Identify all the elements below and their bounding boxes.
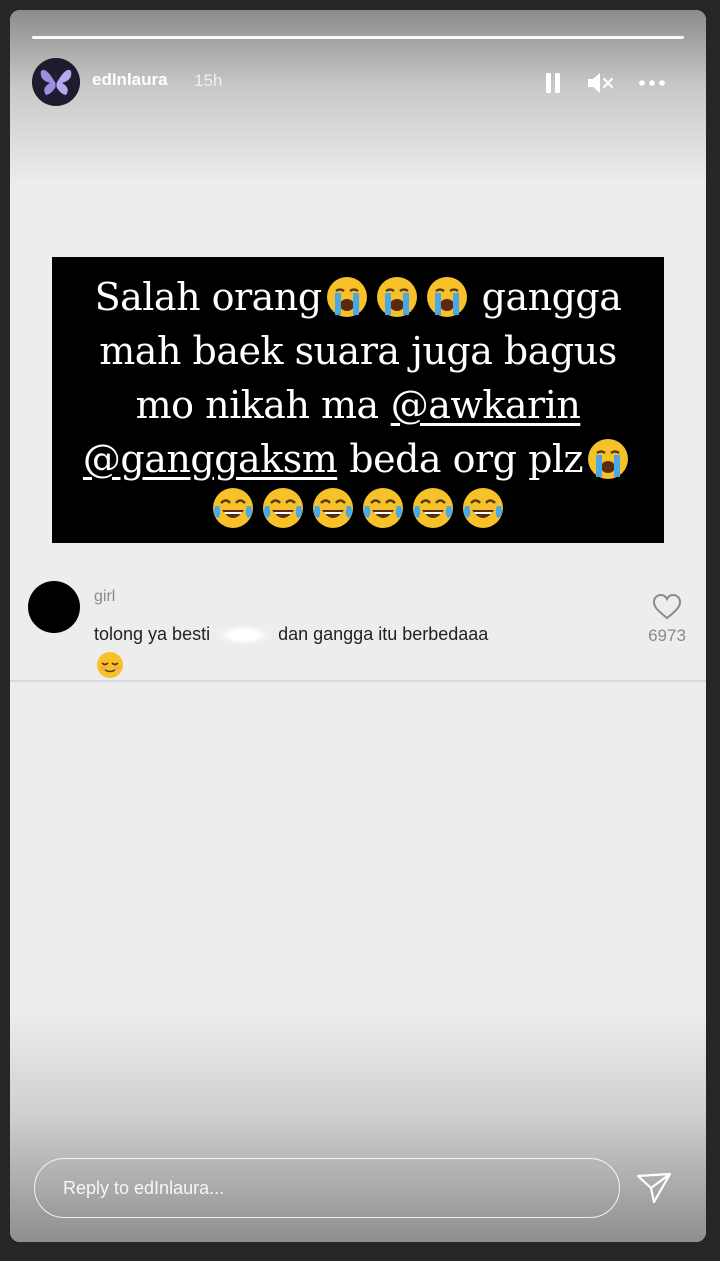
story-timestamp: 15h <box>194 71 223 90</box>
caption-text: mah baek suara juga bagus <box>99 329 617 373</box>
caption-text: mo nikah ma <box>135 383 380 427</box>
avatar[interactable] <box>32 58 80 106</box>
tears-of-joy-face-icon <box>461 486 505 530</box>
reply-input[interactable] <box>34 1158 620 1218</box>
like-count: 6973 <box>648 626 686 645</box>
more-icon <box>639 80 665 86</box>
redacted-blur <box>217 625 272 646</box>
tears-of-joy-face-icon <box>411 486 455 530</box>
caption-text: Salah orang <box>94 275 323 319</box>
heart-icon[interactable] <box>652 593 682 621</box>
caption-line-1: Salah orang gangga <box>95 270 622 324</box>
relieved-face-icon <box>96 651 124 679</box>
progress-segment <box>32 36 684 39</box>
butterfly-avatar-icon <box>32 58 80 106</box>
mention-link[interactable]: @awkarin <box>391 378 581 432</box>
caption-line-2: mah baek suara juga bagus <box>99 324 617 378</box>
send-icon[interactable] <box>634 1168 674 1208</box>
commenter-avatar <box>28 581 80 633</box>
tears-of-joy-face-icon <box>311 486 355 530</box>
more-options-button[interactable] <box>637 68 667 98</box>
divider <box>10 680 706 682</box>
loudly-crying-face-icon <box>325 275 369 319</box>
caption-line-3: mo nikah ma @awkarin <box>136 378 581 432</box>
caption-line-4: @ganggaksm beda org plz <box>83 432 633 486</box>
tears-of-joy-face-icon <box>261 486 305 530</box>
commenter-username: girl <box>94 588 116 605</box>
caption-text: gangga <box>481 275 622 319</box>
comment-text-part: dan gangga itu berbedaaa <box>278 624 489 644</box>
loudly-crying-face-icon <box>425 275 469 319</box>
loudly-crying-face-icon <box>586 437 630 481</box>
caption-line-5 <box>208 486 508 530</box>
story-caption: Salah orang gangga mah baek suara juga b… <box>52 257 664 543</box>
comment-text: tolong ya besti dan gangga itu berbedaaa <box>94 620 614 648</box>
tears-of-joy-face-icon <box>211 486 255 530</box>
mute-button[interactable] <box>585 68 615 98</box>
mute-icon <box>588 73 614 93</box>
mention-link[interactable]: @ganggaksm <box>83 432 338 486</box>
story-username[interactable]: edInlaura <box>92 70 168 90</box>
pause-button[interactable] <box>538 68 568 98</box>
caption-text: beda org plz <box>349 437 584 481</box>
loudly-crying-face-icon <box>375 275 419 319</box>
tears-of-joy-face-icon <box>361 486 405 530</box>
comment-text-part: tolong ya besti <box>94 624 211 644</box>
story-progress-bar <box>32 36 684 39</box>
story-viewer: edInlaura 15h Salah orang gangga mah bae… <box>10 10 706 1242</box>
pause-icon <box>546 73 560 93</box>
